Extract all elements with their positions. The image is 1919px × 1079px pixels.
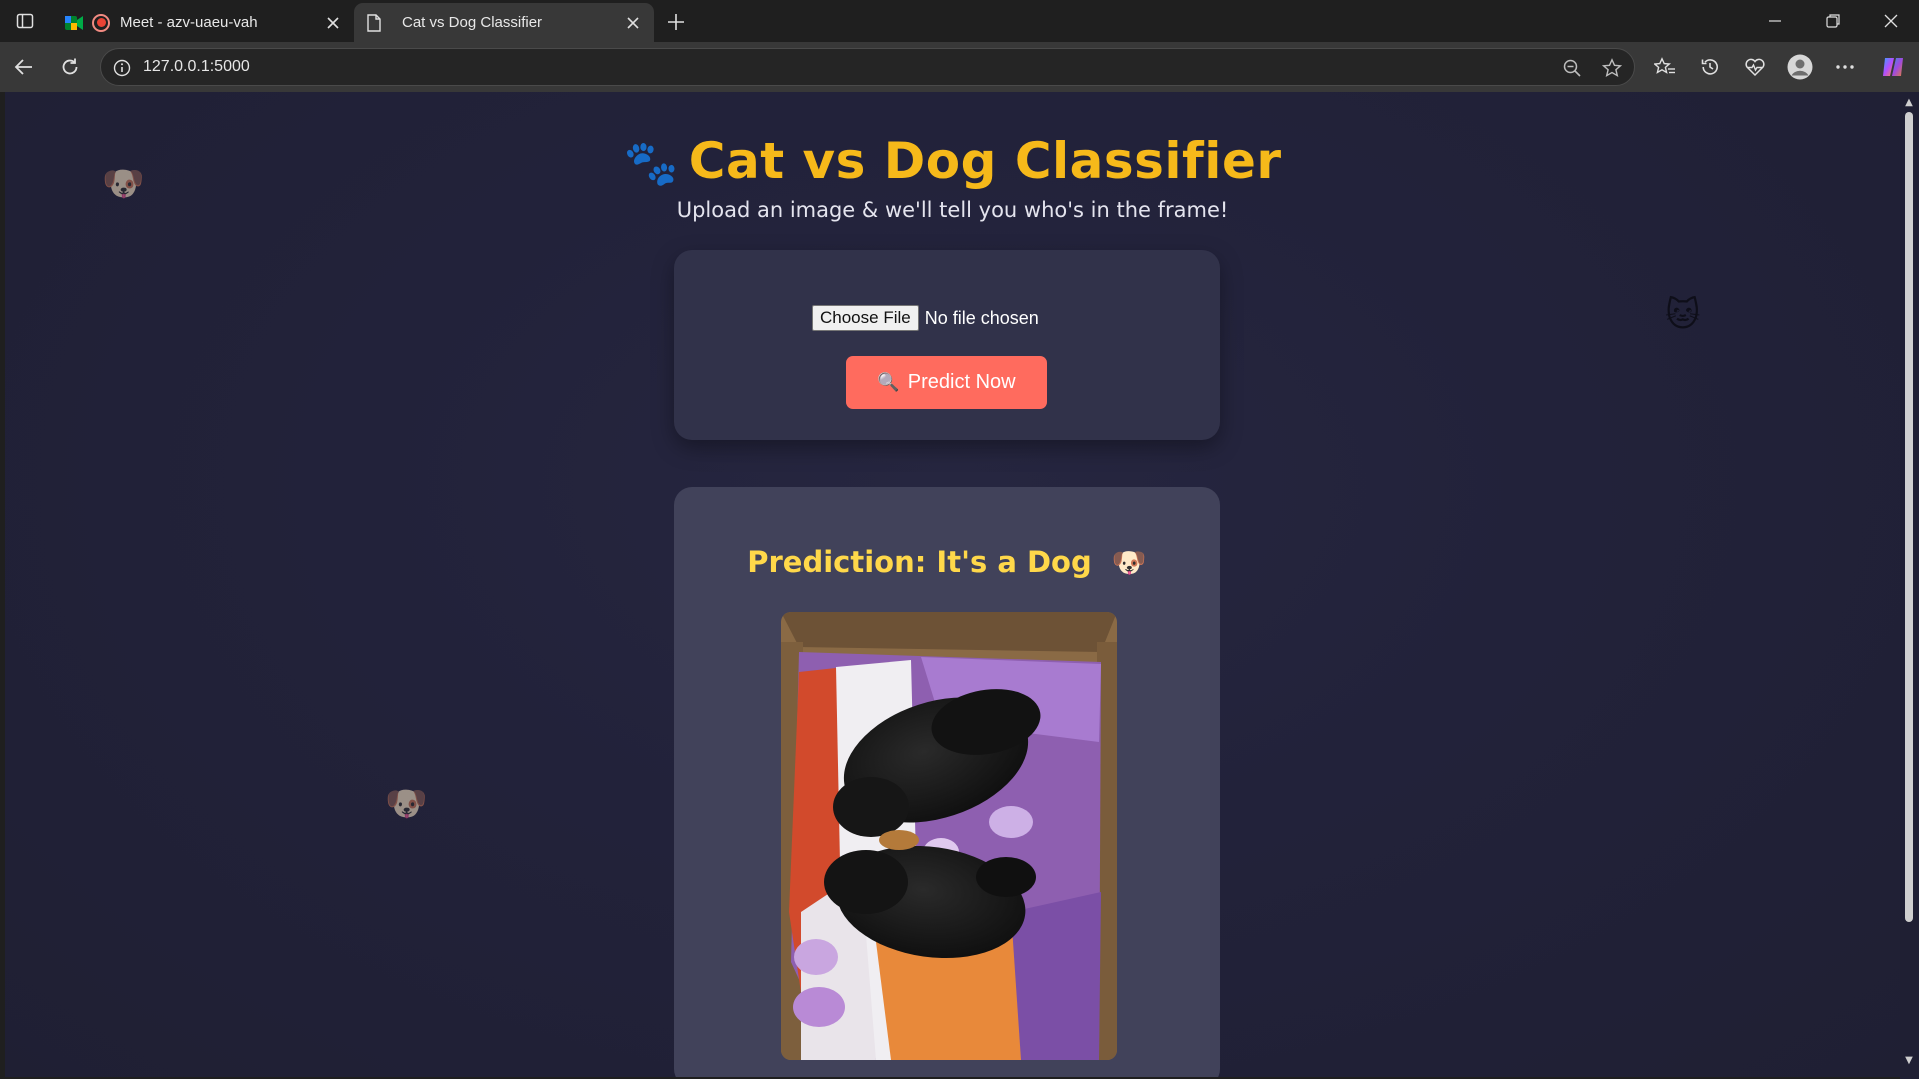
scrollbar-thumb[interactable] — [1905, 112, 1913, 922]
tab-meet[interactable]: Meet - azv-uaeu-vah — [56, 3, 354, 42]
predict-now-button[interactable]: 🔍 Predict Now — [846, 356, 1047, 409]
profile-avatar-icon[interactable] — [1786, 53, 1814, 81]
uploaded-image — [781, 612, 1117, 1060]
browser-toolbar: 127.0.0.1:5000 — [0, 42, 1919, 92]
zoom-out-icon[interactable] — [1560, 56, 1584, 80]
recording-icon — [92, 13, 110, 32]
prediction-result-card: Prediction: It's a Dog 🐶 — [674, 487, 1220, 1077]
page-subtitle: Upload an image & we'll tell you who's i… — [676, 198, 1229, 222]
sidebar-toggle-icon[interactable] — [12, 8, 38, 34]
google-meet-icon — [64, 13, 84, 33]
tab-title: Cat vs Dog Classifier — [402, 14, 543, 31]
prediction-text: Prediction: It's a Dog — [747, 545, 1092, 579]
history-icon[interactable] — [1696, 53, 1724, 81]
file-status-text: No file chosen — [924, 307, 1039, 328]
favorite-star-icon[interactable] — [1600, 56, 1624, 80]
favorites-icon[interactable] — [1651, 53, 1679, 81]
performance-heart-icon[interactable] — [1741, 53, 1769, 81]
floating-dog-emoji: 🐶 — [385, 784, 428, 824]
file-input[interactable]: Choose File No file chosen — [812, 305, 1039, 331]
page-title: 🐾 Cat vs Dog Classifier — [623, 132, 1281, 190]
scroll-down-arrow-icon[interactable]: ▼ — [1903, 1054, 1915, 1066]
magnifier-icon: 🔍 — [877, 372, 900, 392]
close-window-icon[interactable] — [1876, 6, 1906, 36]
upload-form-card: Choose File No file chosen 🔍 Predict Now — [674, 250, 1220, 440]
predict-button-label: Predict Now — [907, 371, 1016, 393]
vertical-scrollbar[interactable]: ▲ ▼ — [1900, 92, 1919, 1079]
copilot-icon[interactable] — [1879, 53, 1907, 81]
scroll-up-arrow-icon[interactable]: ▲ — [1903, 96, 1915, 108]
reload-icon[interactable] — [56, 53, 84, 81]
close-tab-icon[interactable] — [320, 10, 346, 36]
page-viewport: 🐶 🐱 🐶 🐾 Cat vs Dog Classifier Upload an i… — [5, 92, 1900, 1077]
back-arrow-icon[interactable] — [10, 53, 38, 81]
floating-cat-emoji: 🐱 — [1665, 295, 1701, 335]
restore-icon[interactable] — [1818, 6, 1848, 36]
page-title-text: Cat vs Dog Classifier — [688, 132, 1282, 190]
paw-prints-icon: 🐾 — [623, 138, 679, 189]
tab-title: Meet - azv-uaeu-vah — [120, 14, 258, 31]
minimize-icon[interactable] — [1760, 6, 1790, 36]
dog-face-icon: 🐶 — [1111, 546, 1147, 579]
more-options-icon[interactable] — [1831, 53, 1859, 81]
site-info-icon[interactable] — [111, 57, 133, 79]
tab-bar: Meet - azv-uaeu-vah Cat vs Dog Classifie… — [0, 0, 1919, 42]
prediction-heading: Prediction: It's a Dog 🐶 — [674, 545, 1220, 579]
new-tab-icon[interactable] — [662, 8, 690, 36]
page-icon — [364, 13, 384, 33]
address-bar[interactable]: 127.0.0.1:5000 — [100, 48, 1635, 86]
close-tab-icon[interactable] — [620, 10, 646, 36]
tab-classifier[interactable]: Cat vs Dog Classifier — [354, 3, 654, 42]
choose-file-button[interactable]: Choose File — [812, 305, 919, 331]
url-text[interactable]: 127.0.0.1:5000 — [143, 58, 250, 76]
page-header: 🐾 Cat vs Dog Classifier — [5, 132, 1900, 190]
